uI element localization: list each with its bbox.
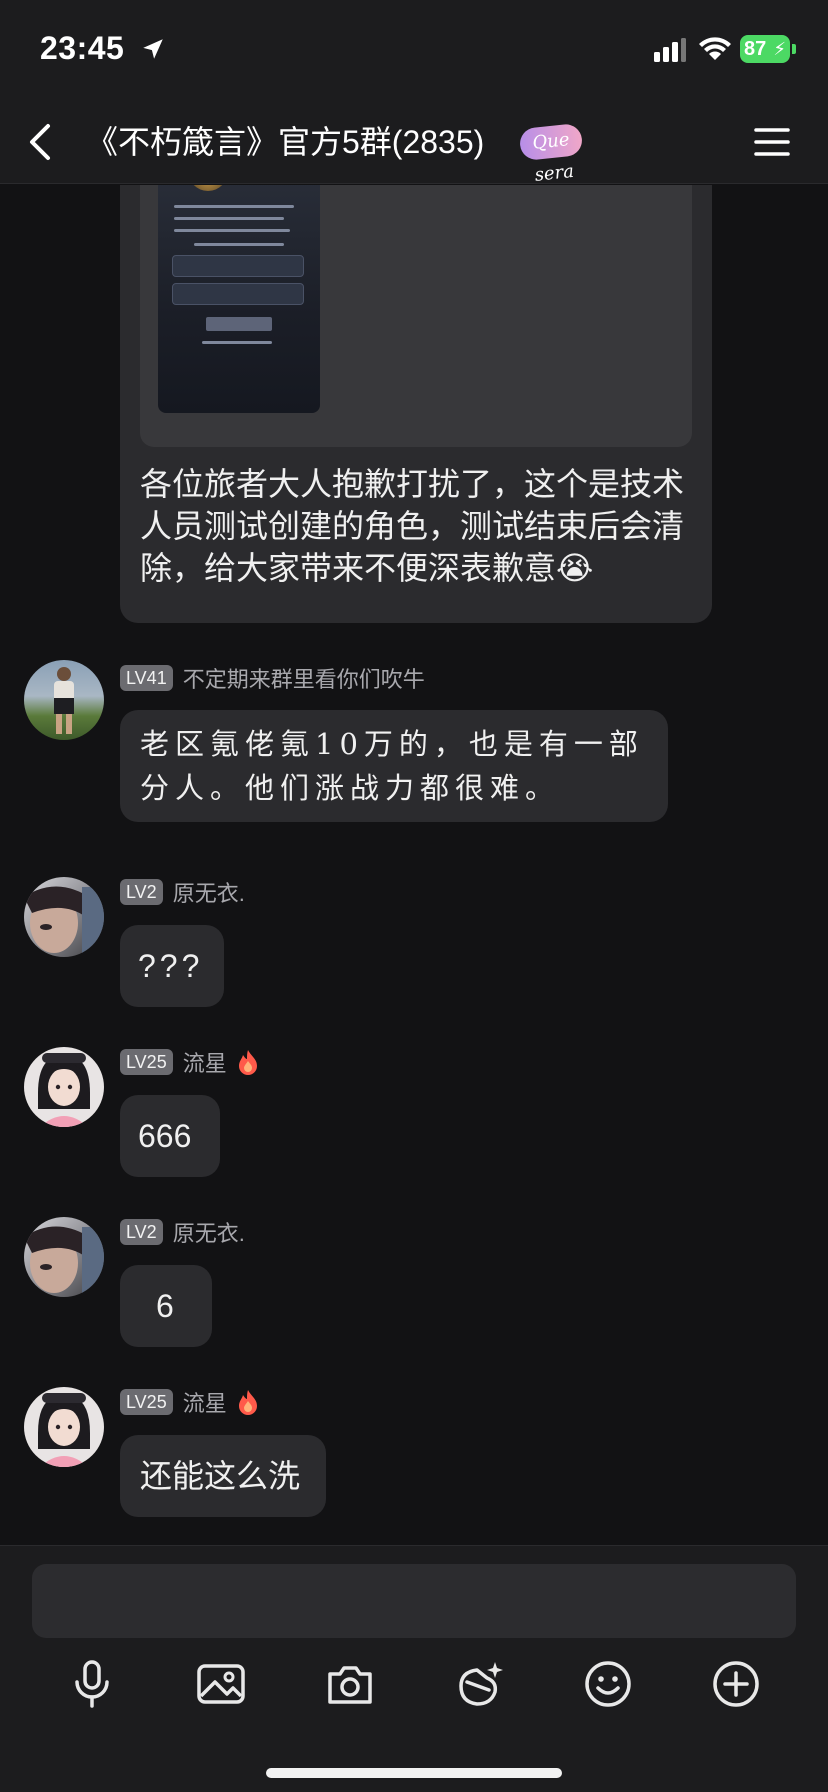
sender-name[interactable]: 流星 (183, 1386, 227, 1418)
face-photo-icon (24, 1226, 104, 1297)
message-meta: LV25 流星 (120, 1387, 259, 1417)
image-attachment-frame[interactable] (140, 185, 692, 447)
input-toolbar (0, 1545, 828, 1792)
person-figure-icon (54, 667, 74, 734)
message-bubble[interactable]: ??? (120, 925, 224, 1007)
message-text: ??? (138, 948, 204, 984)
sticker-icon[interactable] (451, 1656, 507, 1712)
avatar[interactable] (24, 1387, 104, 1467)
message-meta: LV2 原无衣. (120, 1217, 245, 1247)
sender-name[interactable]: 原无衣. (173, 876, 245, 908)
face-photo-icon (24, 886, 104, 957)
microphone-icon[interactable] (64, 1656, 120, 1712)
game-screenshot-image[interactable] (158, 185, 320, 413)
status-bar: 23:45 87 ⚡ (0, 0, 828, 100)
level-badge: LV2 (120, 1219, 163, 1245)
level-badge: LV41 (120, 665, 173, 691)
girl-avatar-icon (38, 1393, 90, 1467)
flame-icon (238, 1050, 257, 1075)
signal-icon (654, 38, 686, 62)
image-icon[interactable] (193, 1656, 249, 1712)
battery-level: 87 (744, 38, 767, 60)
group-badge: Que sera (518, 122, 584, 186)
menu-icon[interactable] (752, 122, 792, 162)
message-bubble[interactable]: 666 (120, 1095, 220, 1177)
emoji-icon[interactable] (580, 1656, 636, 1712)
message-text: 老区氪佬氪10万的，也是有一部分人。他们涨战力都很难。 (140, 727, 644, 805)
message-bubble[interactable]: 老区氪佬氪10万的，也是有一部分人。他们涨战力都很难。 (120, 710, 668, 822)
charging-bolt-icon: ⚡ (773, 39, 786, 59)
message-list[interactable]: 各位旅者大人抱歉打扰了，这个是技术人员测试创建的角色，测试结束后会清除，给大家带… (0, 185, 828, 1545)
level-badge: LV2 (120, 879, 163, 905)
message-bubble[interactable]: 6 (120, 1265, 212, 1347)
girl-avatar-icon (38, 1053, 90, 1127)
chat-header: 《不朽箴言》官方5群(2835) Que sera (0, 100, 828, 186)
message-text: 还能这么洗 (140, 1458, 301, 1494)
system-message-text: 各位旅者大人抱歉打扰了，这个是技术人员测试创建的角色，测试结束后会清除，给大家带… (140, 466, 685, 586)
sender-name[interactable]: 不定期来群里看你们吹牛 (183, 662, 425, 694)
message-bubble[interactable]: 还能这么洗 (120, 1435, 326, 1517)
battery-indicator: 87 ⚡ (740, 35, 796, 63)
level-badge: LV25 (120, 1389, 173, 1415)
camera-icon[interactable] (322, 1656, 378, 1712)
home-indicator[interactable] (266, 1768, 562, 1778)
avatar[interactable] (24, 877, 104, 957)
level-badge: LV25 (120, 1049, 173, 1075)
status-time: 23:45 (40, 30, 125, 66)
message-text: 666 (138, 1118, 192, 1154)
message-meta: LV41 不定期来群里看你们吹牛 (120, 663, 425, 693)
sender-name[interactable]: 流星 (183, 1046, 227, 1078)
message-meta: LV25 流星 (120, 1047, 259, 1077)
message-meta: LV2 原无衣. (120, 877, 245, 907)
message-input[interactable] (32, 1564, 796, 1638)
sender-name[interactable]: 原无衣. (173, 1216, 245, 1248)
flame-icon (238, 1390, 257, 1415)
avatar[interactable] (24, 1047, 104, 1127)
plus-icon[interactable] (708, 1656, 764, 1712)
message-text: 6 (156, 1288, 174, 1324)
avatar[interactable] (24, 1217, 104, 1297)
wifi-icon (699, 37, 731, 60)
location-arrow-icon (143, 39, 163, 59)
back-chevron-icon[interactable] (24, 118, 60, 166)
group-title[interactable]: 《不朽箴言》官方5群(2835) (86, 118, 484, 166)
avatar[interactable] (24, 660, 104, 740)
system-message-bubble[interactable]: 各位旅者大人抱歉打扰了，这个是技术人员测试创建的角色，测试结束后会清除，给大家带… (120, 185, 712, 623)
